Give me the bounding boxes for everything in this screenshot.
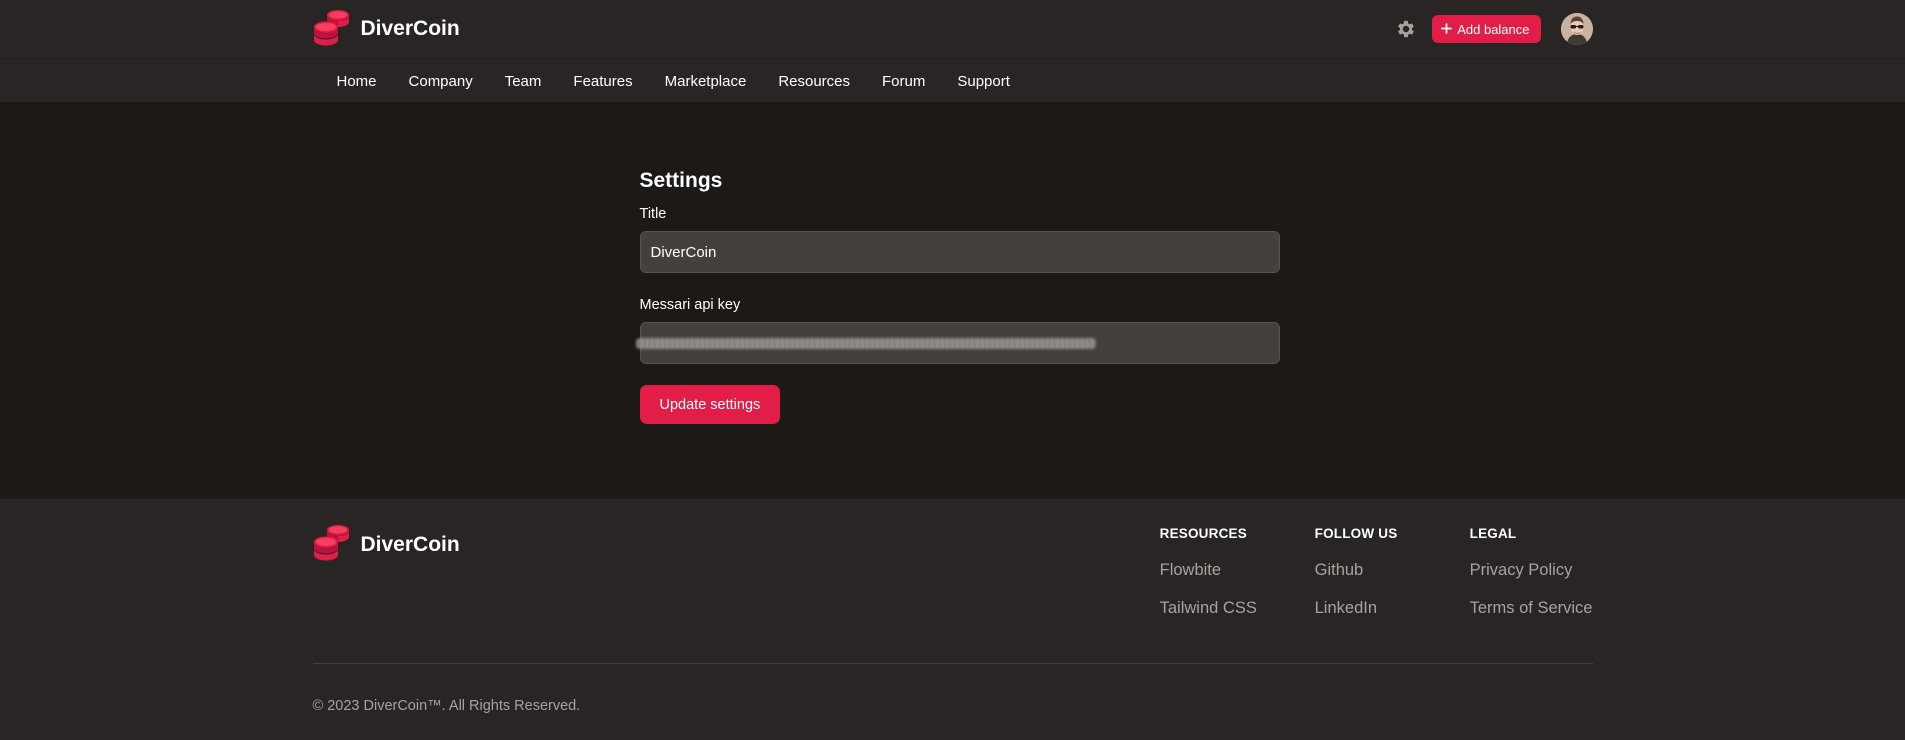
nav-item-resources[interactable]: Resources — [778, 73, 850, 90]
settings-section: Settings Title Messari api key Update se… — [0, 102, 1905, 499]
footer-link-terms-of-service[interactable]: Terms of Service — [1470, 599, 1593, 618]
footer-brand-name: DiverCoin — [360, 532, 460, 556]
avatar[interactable] — [1560, 13, 1593, 45]
plus-icon — [1441, 22, 1453, 37]
nav-item-support[interactable]: Support — [957, 73, 1010, 90]
coins-stack-icon — [313, 523, 351, 566]
footer-column-legal: LEGAL Privacy Policy Terms of Service — [1470, 526, 1593, 637]
brand-name: DiverCoin — [360, 17, 460, 40]
nav-item-company[interactable]: Company — [409, 73, 473, 90]
nav-item-marketplace[interactable]: Marketplace — [665, 73, 747, 90]
footer-column-heading: FOLLOW US — [1314, 526, 1398, 541]
footer-column-follow-us: FOLLOW US Github LinkedIn — [1315, 526, 1470, 637]
nav-item-features[interactable]: Features — [573, 73, 632, 90]
top-header: DiverCoin Add balance — [0, 0, 1905, 58]
coins-stack-icon — [313, 8, 351, 51]
footer-link-tailwind[interactable]: Tailwind CSS — [1160, 599, 1315, 618]
main-navigation: Home Company Team Features Marketplace R… — [0, 58, 1905, 102]
site-footer: DiverCoin RESOURCES Flowbite Tailwind CS… — [0, 499, 1905, 740]
update-settings-button[interactable]: Update settings — [639, 385, 781, 424]
footer-column-heading: RESOURCES — [1159, 526, 1247, 541]
footer-link-flowbite[interactable]: Flowbite — [1160, 561, 1315, 580]
add-balance-button[interactable]: Add balance — [1432, 15, 1541, 43]
footer-link-privacy-policy[interactable]: Privacy Policy — [1470, 561, 1593, 580]
api-key-field-label: Messari api key — [639, 297, 741, 313]
footer-brand-link[interactable]: DiverCoin — [313, 523, 460, 566]
brand-logo-link[interactable]: DiverCoin — [313, 8, 460, 51]
nav-item-home[interactable]: Home — [337, 73, 377, 90]
nav-item-forum[interactable]: Forum — [882, 73, 925, 90]
page-title: Settings — [639, 169, 723, 192]
title-field-label: Title — [639, 206, 667, 222]
footer-divider — [312, 663, 1593, 664]
footer-column-heading: LEGAL — [1469, 526, 1517, 541]
title-input[interactable] — [639, 231, 1280, 273]
footer-link-github[interactable]: Github — [1315, 561, 1470, 580]
messari-api-key-input[interactable] — [639, 322, 1280, 364]
copyright-text: © 2023 DiverCoin™. All Rights Reserved. — [312, 698, 581, 714]
footer-column-resources: RESOURCES Flowbite Tailwind CSS — [1160, 526, 1315, 637]
gear-icon[interactable] — [1395, 18, 1417, 40]
footer-link-linkedin[interactable]: LinkedIn — [1315, 599, 1470, 618]
settings-form: Settings Title Messari api key Update se… — [635, 102, 1280, 424]
add-balance-label: Add balance — [1457, 21, 1530, 37]
nav-item-team[interactable]: Team — [505, 73, 542, 90]
